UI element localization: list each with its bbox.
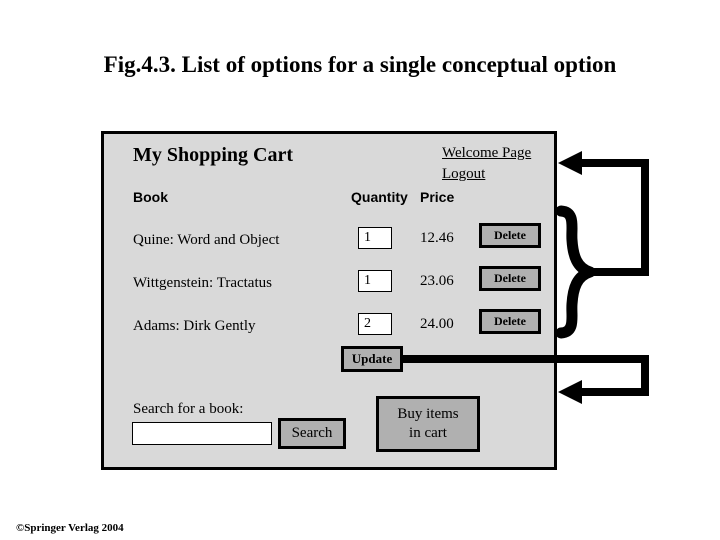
table-row: Adams: Dirk Gently 24.00 Delete [104, 309, 554, 346]
column-header-book: Book [133, 189, 168, 205]
quantity-input[interactable] [358, 313, 392, 335]
quantity-input[interactable] [358, 270, 392, 292]
search-input[interactable] [132, 422, 272, 445]
table-row: Quine: Word and Object 12.46 Delete [104, 223, 554, 260]
welcome-page-link[interactable]: Welcome Page [442, 143, 531, 164]
nav-links: Welcome Page Logout [442, 143, 531, 185]
delete-group-connector [578, 159, 649, 276]
page-title: My Shopping Cart [133, 144, 294, 166]
search-button[interactable]: Search [278, 418, 346, 449]
book-price: 23.06 [420, 273, 454, 289]
logout-link[interactable]: Logout [442, 164, 531, 185]
copyright-footer: ©Springer Verlag 2004 [16, 522, 124, 534]
buy-button-line2: in cart [409, 425, 447, 441]
column-header-quantity: Quantity [351, 189, 408, 205]
shopping-cart-panel: My Shopping Cart Welcome Page Logout Boo… [101, 131, 557, 470]
update-arrowhead [558, 380, 582, 404]
figure-title: Fig.4.3. List of options for a single co… [103, 52, 617, 77]
delete-button[interactable]: Delete [479, 266, 541, 291]
book-price: 24.00 [420, 316, 454, 332]
delete-button[interactable]: Delete [479, 309, 541, 334]
figure-canvas: Fig.4.3. List of options for a single co… [0, 0, 720, 540]
book-price: 12.46 [420, 230, 454, 246]
delete-group-arrowhead [558, 151, 582, 175]
column-header-price: Price [420, 189, 455, 205]
delete-button[interactable]: Delete [479, 223, 541, 248]
search-label: Search for a book: [133, 401, 244, 417]
delete-group-brace [555, 205, 596, 339]
update-button[interactable]: Update [341, 346, 403, 372]
buy-button-line1: Buy items [397, 406, 459, 422]
quantity-input[interactable] [358, 227, 392, 249]
book-title: Quine: Word and Object [133, 232, 280, 248]
buy-items-in-cart-button[interactable]: Buy items in cart [376, 396, 480, 452]
book-title: Wittgenstein: Tractatus [133, 275, 272, 291]
book-title: Adams: Dirk Gently [133, 318, 256, 334]
table-row: Wittgenstein: Tractatus 23.06 Delete [104, 266, 554, 303]
